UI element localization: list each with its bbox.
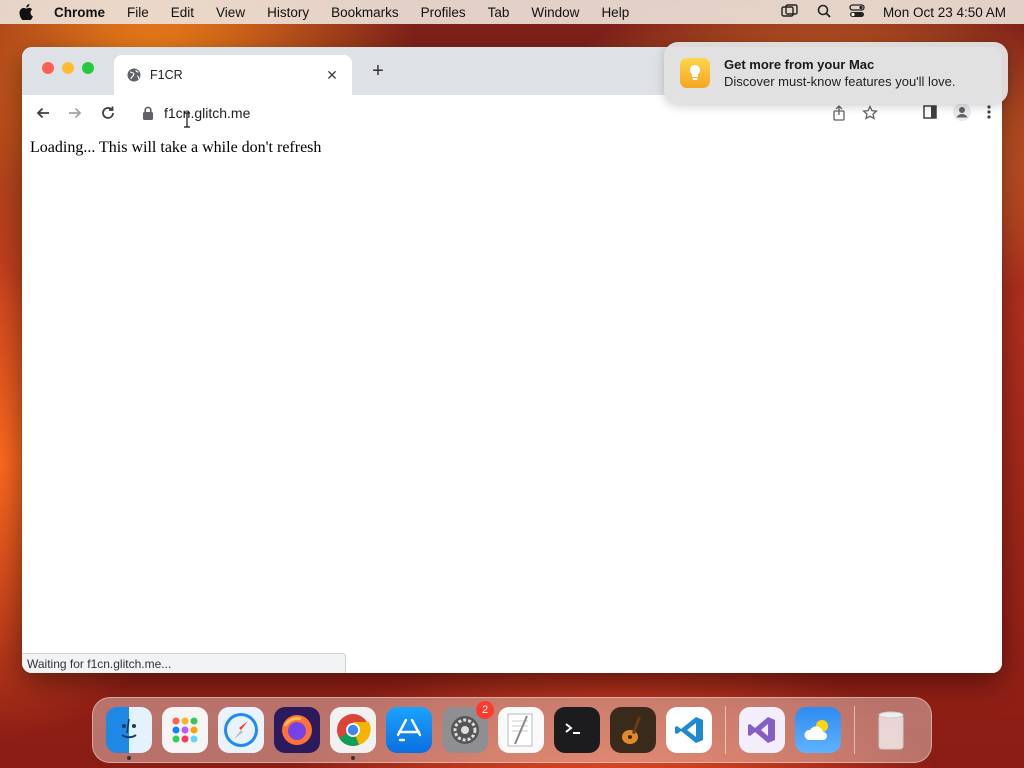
control-center-icon[interactable] bbox=[849, 3, 865, 21]
firefox-icon[interactable] bbox=[274, 707, 320, 753]
dock-separator bbox=[725, 706, 726, 754]
browser-window: F1CR ✕ + f1cn.glitch.me Loading... This … bbox=[22, 47, 1002, 673]
more-menu-icon[interactable] bbox=[986, 104, 992, 125]
menu-file[interactable]: File bbox=[127, 5, 149, 20]
url-text: f1cn.glitch.me bbox=[164, 105, 251, 121]
visual-studio-icon[interactable] bbox=[739, 707, 785, 753]
window-controls bbox=[42, 62, 94, 74]
menu-edit[interactable]: Edit bbox=[171, 5, 194, 20]
trash-icon[interactable] bbox=[868, 707, 914, 753]
bookmark-star-icon[interactable] bbox=[862, 104, 878, 126]
share-icon[interactable] bbox=[832, 105, 846, 126]
menu-bookmarks[interactable]: Bookmarks bbox=[331, 5, 399, 20]
spotlight-search-icon[interactable] bbox=[817, 4, 831, 21]
page-content: Loading... This will take a while don't … bbox=[22, 131, 1002, 673]
chrome-icon[interactable] bbox=[330, 707, 376, 760]
lock-icon[interactable] bbox=[142, 106, 154, 120]
status-bubble: Waiting for f1cn.glitch.me... bbox=[22, 653, 346, 673]
close-window-button[interactable] bbox=[42, 62, 54, 74]
vscode-icon[interactable] bbox=[666, 707, 712, 753]
apple-icon[interactable] bbox=[18, 3, 34, 21]
tab-title: F1CR bbox=[150, 68, 183, 82]
text-cursor-icon bbox=[183, 112, 191, 133]
menu-bar: Chrome File Edit View History Bookmarks … bbox=[0, 0, 1024, 24]
weather-icon[interactable] bbox=[795, 707, 841, 753]
zoom-window-button[interactable] bbox=[82, 62, 94, 74]
minimize-window-button[interactable] bbox=[62, 62, 74, 74]
lightbulb-icon bbox=[680, 58, 710, 88]
screen-mirroring-icon[interactable] bbox=[781, 3, 799, 21]
menu-view[interactable]: View bbox=[216, 5, 245, 20]
terminal-icon[interactable] bbox=[554, 707, 600, 753]
loading-message: Loading... This will take a while don't … bbox=[30, 139, 322, 156]
profile-avatar-icon[interactable] bbox=[952, 102, 972, 127]
menu-app-name[interactable]: Chrome bbox=[54, 5, 105, 20]
globe-icon bbox=[127, 68, 141, 82]
notification-badge: 2 bbox=[476, 701, 494, 719]
menu-clock[interactable]: Mon Oct 23 4:50 AM bbox=[883, 5, 1006, 20]
garageband-icon[interactable] bbox=[610, 707, 656, 753]
dock: 2 bbox=[92, 697, 932, 763]
finder-icon[interactable] bbox=[106, 707, 152, 760]
menu-window[interactable]: Window bbox=[531, 5, 579, 20]
notification-body: Discover must-know features you'll love. bbox=[724, 74, 956, 89]
menu-history[interactable]: History bbox=[267, 5, 309, 20]
close-tab-icon[interactable]: ✕ bbox=[324, 67, 340, 83]
textedit-icon[interactable] bbox=[498, 707, 544, 753]
running-indicator bbox=[351, 756, 355, 760]
side-panel-icon[interactable] bbox=[922, 104, 938, 125]
launchpad-icon[interactable] bbox=[162, 707, 208, 753]
tab-f1cr[interactable]: F1CR ✕ bbox=[114, 55, 352, 95]
menu-help[interactable]: Help bbox=[601, 5, 629, 20]
forward-arrow-icon[interactable] bbox=[64, 102, 86, 124]
dock-separator bbox=[854, 706, 855, 754]
notification-banner[interactable]: Get more from your Mac Discover must-kno… bbox=[664, 42, 1008, 104]
back-arrow-icon[interactable] bbox=[32, 102, 54, 124]
menu-profiles[interactable]: Profiles bbox=[421, 5, 466, 20]
notification-title: Get more from your Mac bbox=[724, 57, 875, 72]
menu-tab[interactable]: Tab bbox=[488, 5, 510, 20]
running-indicator bbox=[127, 756, 131, 760]
system-settings-icon[interactable]: 2 bbox=[442, 701, 494, 753]
app-store-icon[interactable] bbox=[386, 707, 432, 753]
safari-icon[interactable] bbox=[218, 707, 264, 753]
new-tab-button[interactable]: + bbox=[368, 60, 388, 82]
reload-icon[interactable] bbox=[97, 102, 119, 124]
